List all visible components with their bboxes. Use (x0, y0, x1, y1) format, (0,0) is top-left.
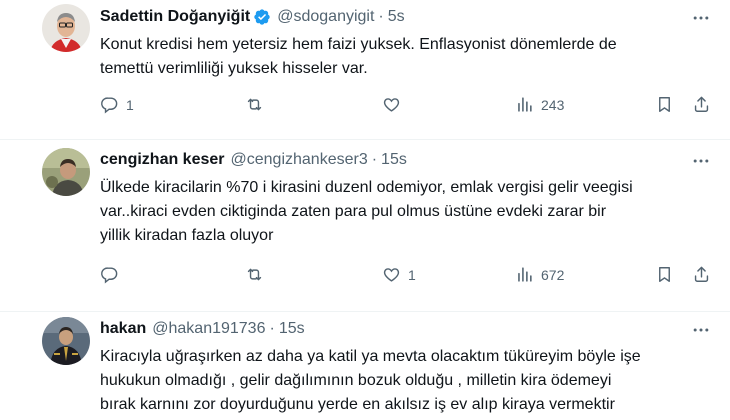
reply-icon (101, 97, 118, 114)
tweet-text: Kiracıyla uğraşırken az daha ya katil ya… (100, 345, 710, 417)
more-options-icon[interactable] (690, 7, 712, 29)
share-icon (694, 266, 709, 282)
tweet-header: Sadettin Doğanyiğit @sdoganyigit · 5s (100, 6, 405, 28)
view-count: 672 (541, 266, 565, 283)
separator-dot: · (371, 151, 378, 168)
share-button[interactable] (692, 95, 711, 114)
timestamp[interactable]: 5s (388, 8, 405, 26)
tweet-line: yillik kiradan fazla oluyor (100, 227, 274, 244)
tweet-line: var..kiraci evden ciktiginda zaten para … (100, 203, 607, 220)
avatar[interactable] (42, 317, 90, 365)
tweet-header: hakan @hakan191736 · 15s (100, 318, 305, 340)
analytics-icon (518, 267, 532, 282)
retweet-icon (247, 98, 262, 111)
bookmark-button[interactable] (655, 95, 674, 114)
share-button[interactable] (692, 265, 711, 284)
verified-badge-icon (253, 8, 271, 26)
tweet-line: bırak karnını zor doyurduğunu yerde en a… (100, 396, 615, 413)
avatar[interactable] (42, 4, 90, 52)
tweet-line: temettü verimliliği yuksek hisseler var. (100, 60, 368, 77)
tweet-text: Ülkede kiracilarin %70 i kirasini duzenl… (100, 176, 710, 248)
tweet-line: Kiracıyla uğraşırken az daha ya katil ya… (100, 348, 641, 365)
bookmark-icon (659, 97, 670, 112)
tweet[interactable]: hakan @hakan191736 · 15s Kiracıyla uğraş… (0, 312, 730, 420)
tweet-line: Konut kredisi hem yetersiz hem faizi yuk… (100, 36, 617, 53)
heart-icon (383, 268, 400, 282)
tweet[interactable]: cengizhan keser @cengizhankeser3 · 15s Ü… (0, 140, 730, 312)
reply-count: 1 (126, 96, 134, 113)
tweet-header: cengizhan keser @cengizhankeser3 · 15s (100, 149, 407, 171)
analytics-icon (518, 97, 532, 112)
author-name[interactable]: cengizhan keser (100, 151, 225, 169)
views-button[interactable]: 672 (515, 265, 564, 284)
like-button[interactable]: 1 (382, 265, 416, 284)
separator-dot: · (378, 8, 384, 25)
author-handle[interactable]: @cengizhankeser3 (231, 151, 368, 169)
view-count: 243 (541, 96, 565, 113)
author-name[interactable]: Sadettin Doğanyiğit (100, 8, 250, 26)
tweet-text: Konut kredisi hem yetersiz hem faizi yuk… (100, 33, 710, 81)
retweet-button[interactable] (245, 95, 271, 114)
more-options-icon[interactable] (690, 150, 712, 172)
heart-icon (383, 98, 400, 112)
like-button[interactable] (382, 95, 408, 114)
reply-icon (101, 267, 118, 284)
bookmark-button[interactable] (655, 265, 674, 284)
like-count: 1 (408, 266, 416, 283)
author-handle[interactable]: @hakan191736 (152, 320, 265, 338)
timestamp[interactable]: 15s (279, 320, 305, 338)
separator-dot: · (269, 320, 275, 337)
author-handle[interactable]: @sdoganyigit (277, 8, 374, 26)
tweet-line: Ülkede kiracilarin %70 i kirasini duzenl… (100, 179, 633, 196)
tweet[interactable]: Sadettin Doğanyiğit @sdoganyigit · 5s Ko… (0, 0, 730, 140)
reply-button[interactable]: 1 (100, 95, 134, 114)
more-options-icon[interactable] (690, 319, 712, 341)
bookmark-icon (659, 267, 670, 282)
tweet-line: hukukun olmadığı , gelir dağılımının boz… (100, 372, 612, 389)
avatar[interactable] (42, 148, 90, 196)
retweet-icon (247, 268, 262, 281)
timestamp[interactable]: 15s (381, 151, 407, 169)
reply-button[interactable] (100, 265, 126, 284)
views-button[interactable]: 243 (515, 95, 564, 114)
share-icon (694, 96, 709, 112)
retweet-button[interactable] (245, 265, 271, 284)
action-bar: 1 243 (0, 95, 730, 117)
action-bar: 1 672 (0, 265, 730, 287)
author-name[interactable]: hakan (100, 320, 146, 338)
